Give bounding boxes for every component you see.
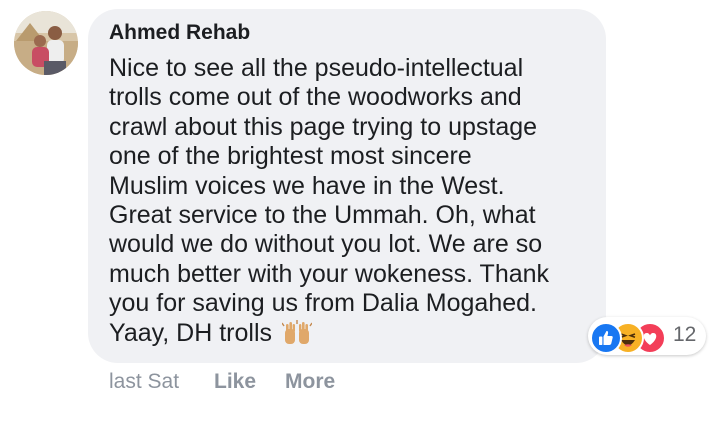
comment-text-line: Great service to the Ummah. Oh, what	[109, 201, 536, 230]
comment-text-line: crawl about this page trying to upstage	[109, 112, 538, 141]
more-button[interactable]: More	[285, 370, 335, 394]
comment-text-line: Nice to see all the pseudo-intellectual	[109, 54, 524, 82]
comment-text-line: one of the brightest most sincere	[109, 142, 472, 171]
raising-hands-emoji-icon	[281, 319, 313, 353]
comment-text-line: would we do without you lot. We are so	[109, 230, 543, 259]
comment-text-line: Yaay, DH trolls	[109, 318, 273, 347]
comment-author-name[interactable]: Ahmed Rehab	[109, 21, 250, 45]
reaction-count: 12	[673, 323, 697, 346]
comment-text-line: Muslim voices we have in the West.	[109, 171, 505, 200]
avatar-photo	[14, 11, 78, 75]
comment-text-line: you for saving us from Dalia Mogahed.	[109, 289, 537, 318]
comment-timestamp[interactable]: last Sat	[109, 370, 179, 394]
like-icon	[590, 322, 622, 354]
comment-text: Nice to see all the pseudo-intellectual …	[109, 54, 601, 353]
comment-text-line: trolls come out of the woodworks and	[109, 83, 522, 112]
comment-last-line: Yaay, DH trolls	[109, 319, 601, 353]
avatar[interactable]	[14, 11, 78, 75]
reactions-summary[interactable]: 12	[588, 317, 706, 355]
comment-bubble: Ahmed Rehab Nice to see all the pseudo-i…	[88, 9, 606, 363]
like-button[interactable]: Like	[214, 370, 256, 394]
comment-text-line: much better with your wokeness. Thank	[109, 259, 550, 288]
